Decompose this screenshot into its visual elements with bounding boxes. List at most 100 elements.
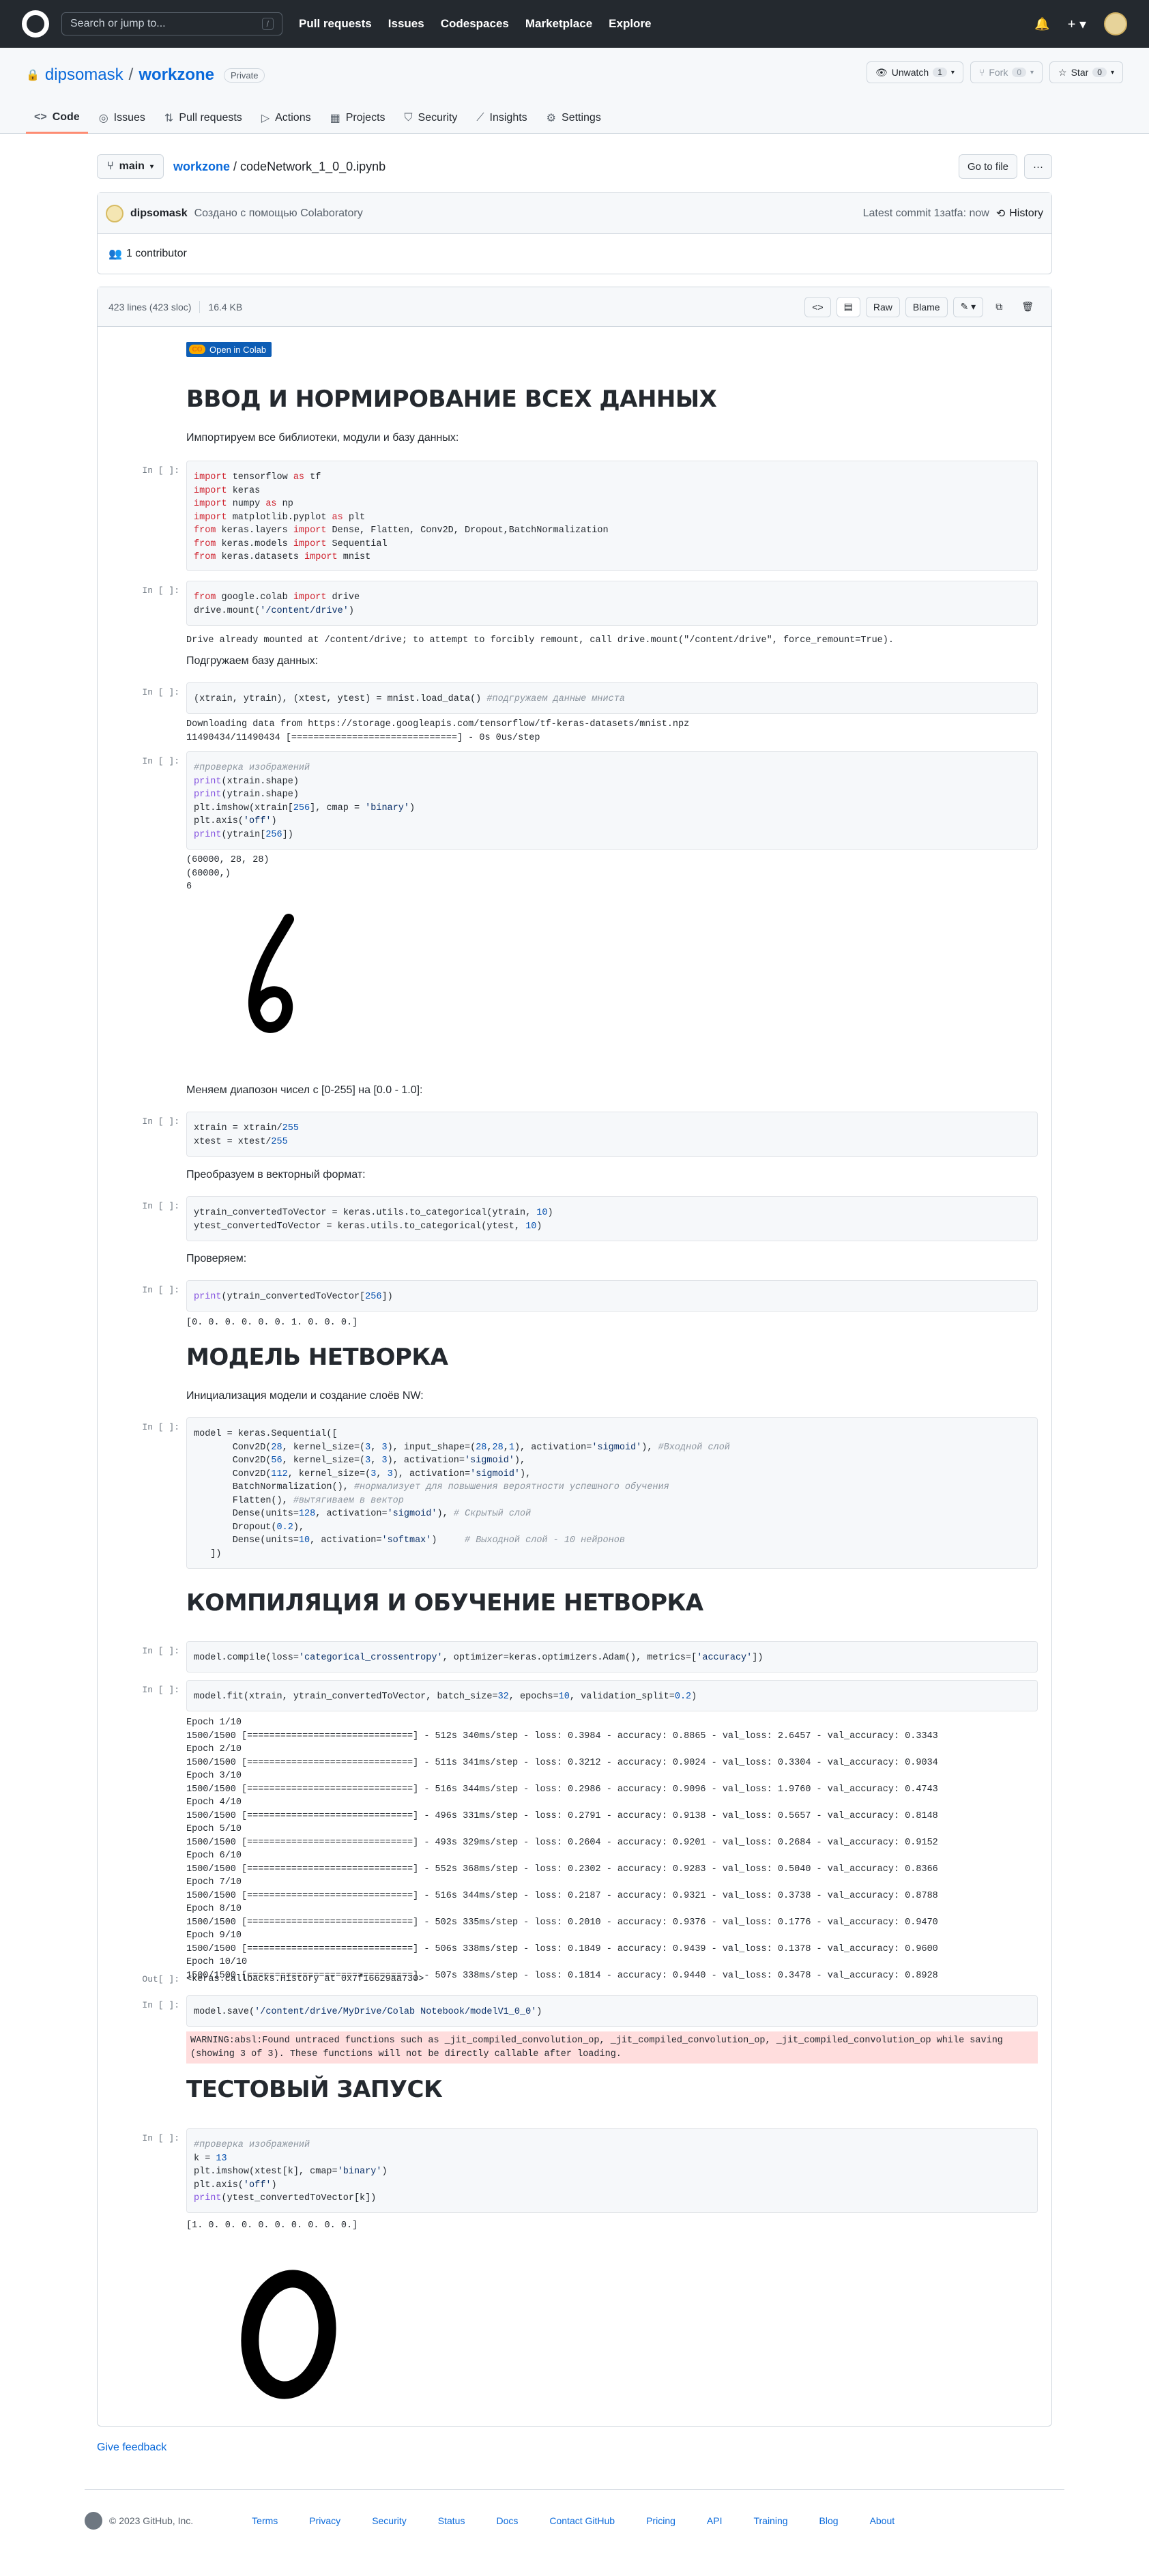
code-view-button[interactable]: <> (804, 296, 831, 317)
tab-pull-requests[interactable]: ⇅ Pull requests (156, 102, 250, 134)
nav-pull-requests[interactable]: Pull requests (299, 17, 372, 31)
repo-owner-link[interactable]: dipsomask (45, 66, 123, 85)
tab-projects[interactable]: ▦ Projects (322, 102, 394, 134)
commit-author-avatar[interactable] (106, 204, 123, 222)
preview-view-button[interactable]: ▤ (836, 296, 860, 317)
cell-output: Downloading data from https://storage.go… (186, 719, 690, 743)
edit-pencil-icon[interactable]: ✎ ▾ (952, 296, 984, 317)
code-cell: (xtrain, ytrain), (xtest, ytest) = mnist… (186, 682, 1038, 714)
nav-marketplace[interactable]: Marketplace (525, 17, 592, 31)
tab-label: Insights (489, 112, 527, 124)
digit-zero-image (220, 2258, 357, 2415)
eye-icon: 👁 (875, 66, 888, 78)
tab-issues[interactable]: ◎ Issues (91, 102, 154, 134)
raw-button[interactable]: Raw (865, 296, 900, 317)
code-icon: <> (34, 111, 47, 123)
global-nav: Pull requests Issues Codespaces Marketpl… (299, 17, 652, 31)
tab-settings[interactable]: ⚙ Settings (538, 102, 609, 134)
tab-code[interactable]: <> Code (26, 102, 88, 134)
more-options-button[interactable]: ··· (1024, 154, 1052, 179)
digit-six-image (220, 907, 309, 1043)
repo-name-link[interactable]: workzone (139, 66, 214, 85)
breadcrumb-repo-link[interactable]: workzone (173, 160, 230, 173)
branch-name: main (119, 160, 145, 172)
footer-link-pricing[interactable]: Pricing (646, 2515, 675, 2526)
chevron-down-icon: ▾ (950, 68, 955, 76)
issue-icon: ◎ (98, 113, 108, 124)
github-logo-icon[interactable] (22, 10, 49, 38)
markdown-cell: Проверяем: (186, 1253, 247, 1264)
chevron-down-icon: ▾ (1110, 68, 1114, 76)
blame-button[interactable]: Blame (905, 296, 948, 317)
heading-4: ТЕСТОВЫЙ ЗАПУСК (186, 2076, 443, 2103)
footer-link-docs[interactable]: Docs (496, 2515, 518, 2526)
latest-commit[interactable]: Latest commit 1зatfa: now (863, 207, 989, 220)
code-cell: model = keras.Sequential([ Conv2D(28, ke… (186, 1417, 1038, 1569)
notifications-bell-icon[interactable]: 🔔 (1034, 17, 1049, 31)
history-label: History (1009, 207, 1043, 219)
star-count: 0 (1092, 68, 1107, 77)
trash-icon[interactable]: 🗑 (1015, 297, 1041, 317)
cell-prompt: In [ ]: (142, 2133, 179, 2143)
history-link[interactable]: ⟲ History (996, 207, 1043, 220)
cell-prompt: In [ ]: (142, 1116, 179, 1127)
cell-prompt: In [ ]: (142, 687, 179, 697)
open-in-colab-badge[interactable]: CO Open in Colab (186, 342, 272, 357)
contributors-count[interactable]: 1 contributor (126, 248, 187, 260)
history-icon: ⟲ (995, 207, 1006, 220)
code-cell: #проверка изображений print(xtrain.shape… (186, 751, 1038, 850)
create-new-dropdown[interactable]: + ▾ (1068, 16, 1086, 33)
footer-link-blog[interactable]: Blog (819, 2515, 839, 2526)
footer-link-training[interactable]: Training (753, 2515, 787, 2526)
commit-author[interactable]: dipsomask (130, 207, 188, 220)
cell-prompt: In [ ]: (142, 2000, 179, 2010)
unwatch-button[interactable]: 👁 Unwatch 1 ▾ (866, 61, 963, 83)
fork-button[interactable]: ⑂ Fork 0 ▾ (970, 61, 1043, 83)
footer-link-about[interactable]: About (870, 2515, 895, 2526)
copy-icon[interactable]: ⧉ (989, 297, 1009, 317)
tab-actions[interactable]: ▷ Actions (253, 102, 319, 134)
github-logo-icon[interactable] (85, 2511, 102, 2530)
repo-header: 🔒 dipsomask / workzone Private 👁 Unwatch… (0, 48, 1149, 134)
nav-explore[interactable]: Explore (609, 17, 651, 31)
markdown-cell: Преобразуем в векторный формат: (186, 1169, 366, 1181)
go-to-file-button[interactable]: Go to file (958, 154, 1017, 179)
repo-lock-icon: 🔒 (26, 70, 40, 81)
cell-output: <keras.callbacks.History at 0x7f16629aa7… (186, 1974, 424, 1984)
visibility-badge: Private (224, 68, 265, 83)
footer-link-status[interactable]: Status (438, 2515, 465, 2526)
search-input[interactable]: Search or jump to... / (61, 12, 282, 35)
code-cell: #проверка изображений k = 13 plt.imshow(… (186, 2128, 1038, 2213)
cell-output: Drive already mounted at /content/drive;… (186, 635, 894, 646)
tab-security[interactable]: ⛉ Security (396, 102, 466, 134)
nav-issues[interactable]: Issues (388, 17, 424, 31)
shield-icon: ⛉ (404, 112, 413, 124)
footer-link-terms[interactable]: Terms (252, 2515, 278, 2526)
chevron-down-icon: ▾ (1030, 68, 1034, 76)
user-avatar[interactable] (1104, 12, 1127, 35)
breadcrumb: workzone / codeNetwork_1_0_0.ipynb (173, 160, 386, 174)
commit-box: dipsomask Создано с помощью Colaboratory… (97, 192, 1052, 274)
tab-label: Issues (113, 112, 145, 124)
footer-link-security[interactable]: Security (372, 2515, 407, 2526)
code-cell: model.save('/content/drive/MyDrive/Colab… (186, 1995, 1038, 2027)
cell-prompt: In [ ]: (142, 1646, 179, 1656)
nav-codespaces[interactable]: Codespaces (441, 17, 509, 31)
cell-prompt: In [ ]: (142, 585, 179, 596)
code-cell: model.fit(xtrain, ytrain_convertedToVect… (186, 1680, 1038, 1711)
pull-request-icon: ⇅ (164, 113, 174, 124)
tab-insights[interactable]: ⟋ Insights (468, 102, 535, 134)
markdown-cell: Импортируем все библиотеки, модули и баз… (186, 432, 459, 444)
heading-1: ВВОД И НОРМИРОВАНИЕ ВСЕХ ДАННЫХ (186, 386, 717, 413)
markdown-cell: Меняем диапозон чисел с [0-255] на [0.0 … (186, 1084, 423, 1096)
footer-link-api[interactable]: API (707, 2515, 723, 2526)
footer-link-contact[interactable]: Contact GitHub (549, 2515, 615, 2526)
unwatch-count: 1 (933, 68, 947, 77)
footer-link-privacy[interactable]: Privacy (309, 2515, 340, 2526)
star-button[interactable]: ☆ Star 0 ▾ (1049, 61, 1123, 83)
branch-selector[interactable]: ⑂ main ▾ (97, 154, 164, 179)
breadcrumb-filename: codeNetwork_1_0_0.ipynb (240, 159, 386, 173)
commit-message[interactable]: Создано с помощью Colaboratory (194, 207, 363, 220)
give-feedback-link[interactable]: Give feedback (97, 2442, 166, 2454)
cell-prompt: In [ ]: (142, 1422, 179, 1432)
